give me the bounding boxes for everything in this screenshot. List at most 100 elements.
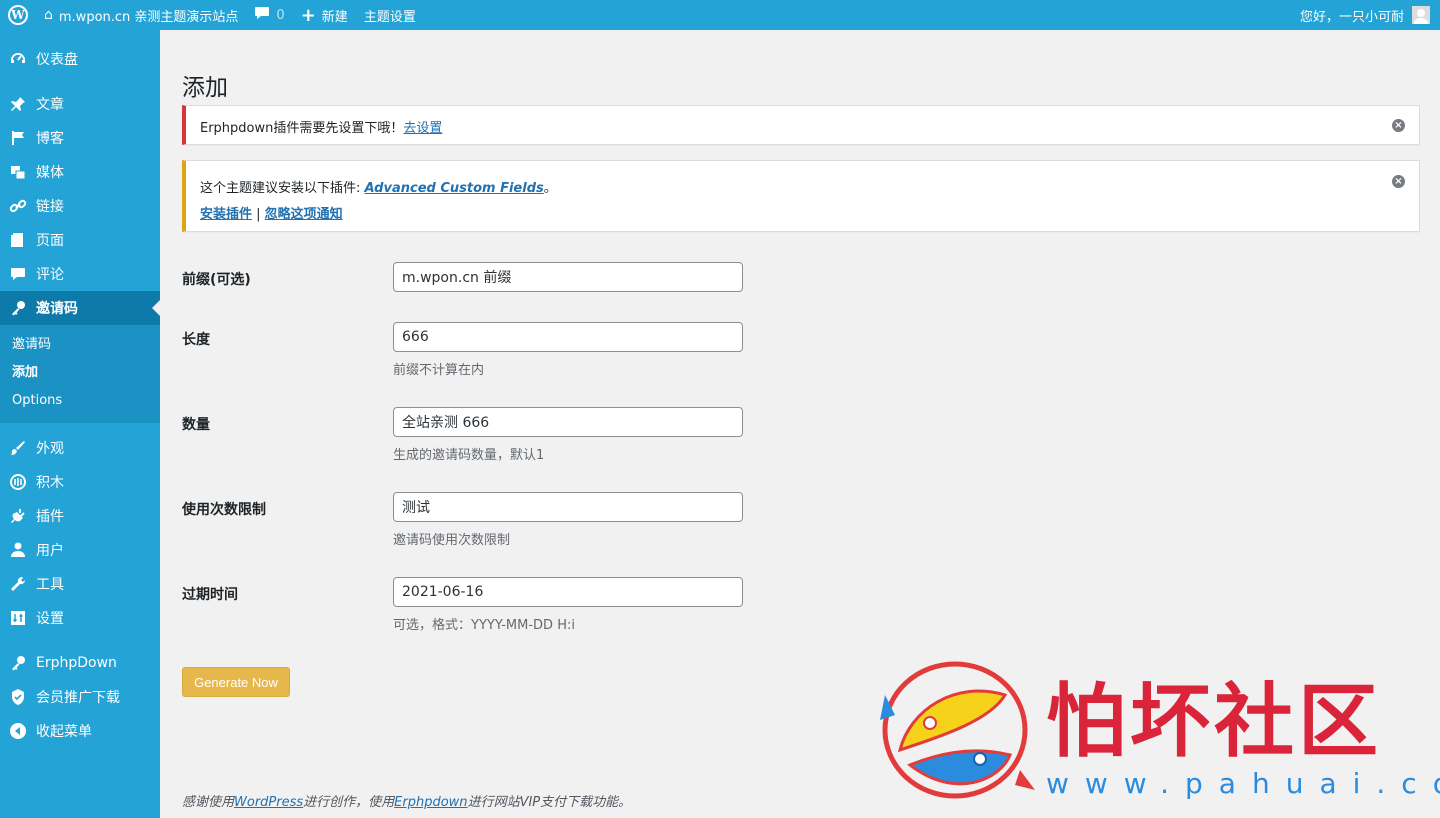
watermark-title: 怕坏社区 — [1046, 674, 1382, 768]
site-name-link[interactable]: ⌂ m.wpon.cn 亲测主题演示站点 — [36, 0, 246, 30]
menu-invite-codes[interactable]: 邀请码 — [0, 291, 160, 325]
menu-pages[interactable]: 页面 — [0, 223, 160, 257]
menu-label: 收起菜单 — [36, 724, 92, 740]
page-icon — [8, 230, 28, 250]
usage-limit-input[interactable] — [393, 492, 743, 522]
quantity-label: 数量 — [182, 417, 210, 433]
menu-users[interactable]: 用户 — [0, 533, 160, 567]
submenu-options[interactable]: Options — [0, 387, 160, 415]
pin-icon — [8, 94, 28, 114]
plugin-icon — [8, 506, 28, 526]
notice-plugin-recommendation: 这个主题建议安装以下插件: Advanced Custom Fields。 安装… — [182, 160, 1420, 232]
expire-time-label: 过期时间 — [182, 587, 238, 603]
settings-icon — [8, 608, 28, 628]
flag-icon — [8, 128, 28, 148]
install-plugins-link[interactable]: 安装插件 — [200, 207, 252, 222]
new-content-link[interactable]: + 新建 — [293, 0, 356, 30]
avatar[interactable] — [1412, 6, 1430, 24]
brush-icon — [8, 438, 28, 458]
acf-plugin-link[interactable]: Advanced Custom Fields — [365, 181, 544, 196]
watermark-url: www.pahuai.com — [1046, 767, 1440, 800]
menu-member-promotion[interactable]: 会员推广下载 — [0, 680, 160, 714]
site-name: m.wpon.cn 亲测主题演示站点 — [58, 9, 239, 25]
menu-posts[interactable]: 文章 — [0, 87, 160, 121]
quantity-input[interactable] — [393, 407, 743, 437]
link-icon — [8, 196, 28, 216]
watermark: 怕坏社区 www.pahuai.com — [870, 655, 1440, 810]
erphpdown-link[interactable]: Erphpdown — [394, 795, 467, 810]
blocks-icon — [8, 472, 28, 492]
dismiss-icon[interactable]: × — [1392, 119, 1405, 132]
menu-comments[interactable]: 评论 — [0, 257, 160, 291]
collapse-icon — [8, 721, 28, 741]
submenu-invite-codes[interactable]: 邀请码 — [0, 331, 160, 359]
key-icon — [8, 653, 28, 673]
user-icon — [8, 540, 28, 560]
greeting: 您好，一只小可耐 — [1299, 9, 1404, 25]
notice-text: 这个主题建议安装以下插件: Advanced Custom Fields。 — [200, 177, 557, 196]
new-label: 新建 — [321, 9, 348, 25]
menu-label: 邀请码 — [36, 301, 78, 317]
dismiss-icon[interactable]: × — [1392, 175, 1405, 188]
menu-label: ErphpDown — [36, 655, 117, 671]
wordpress-logo-icon[interactable]: W — [0, 0, 36, 30]
admin-bar: W ⌂ m.wpon.cn 亲测主题演示站点 0 + 新建 主题设置 您好，一只… — [0, 0, 1440, 30]
generate-now-button[interactable]: Generate Now — [182, 667, 290, 697]
notice-text: Erphpdown插件需要先设置下哦！去设置 — [200, 117, 442, 136]
page-title: 添加 — [182, 75, 228, 101]
home-icon: ⌂ — [44, 7, 53, 23]
notice-settings-link[interactable]: 去设置 — [403, 121, 442, 136]
theme-settings-link[interactable]: 主题设置 — [356, 0, 424, 30]
menu-plugins[interactable]: 插件 — [0, 499, 160, 533]
menu-label: 外观 — [36, 441, 64, 457]
menu-label: 评论 — [36, 267, 64, 283]
wrench-icon — [8, 574, 28, 594]
footer-text: 感谢使用WordPress进行创作，使用Erphpdown进行网站VIP支付下载… — [182, 791, 631, 810]
notice-message: Erphpdown插件需要先设置下哦！ — [200, 121, 404, 136]
menu-appearance[interactable]: 外观 — [0, 431, 160, 465]
media-icon — [8, 162, 28, 182]
menu-label: 仪表盘 — [36, 52, 78, 68]
notice-erphpdown: Erphpdown插件需要先设置下哦！去设置 × — [182, 105, 1420, 145]
comment-icon — [8, 264, 28, 284]
menu-label: 设置 — [36, 611, 64, 627]
expire-time-input[interactable] — [393, 577, 743, 607]
account-menu[interactable]: 您好，一只小可耐 — [1292, 0, 1404, 30]
expire-time-description: 可选，格式：YYYY-MM-DD H:i — [393, 618, 575, 633]
usage-limit-description: 邀请码使用次数限制 — [393, 533, 511, 548]
menu-blog[interactable]: 博客 — [0, 121, 160, 155]
footer-post: 进行网站VIP支付下载功能。 — [467, 795, 632, 810]
prefix-label: 前缀(可选) — [182, 272, 251, 288]
dismiss-notice-link[interactable]: 忽略这项通知 — [265, 207, 343, 222]
menu-blocks[interactable]: 积木 — [0, 465, 160, 499]
submenu-add[interactable]: 添加 — [0, 359, 160, 387]
footer-mid: 进行创作，使用 — [303, 795, 395, 810]
shield-icon — [8, 687, 28, 707]
fish-logo-icon — [880, 661, 1035, 799]
footer-pre: 感谢使用 — [182, 795, 235, 810]
menu-tools[interactable]: 工具 — [0, 567, 160, 601]
menu-label: 会员推广下载 — [36, 690, 120, 706]
menu-label: 工具 — [36, 577, 64, 593]
dashboard-icon — [8, 49, 28, 69]
comments-count: 0 — [276, 7, 285, 23]
wordpress-link[interactable]: WordPress — [234, 795, 303, 810]
menu-label: 媒体 — [36, 165, 64, 181]
menu-label: 链接 — [36, 199, 64, 215]
comments-link[interactable]: 0 — [246, 0, 292, 30]
menu-settings[interactable]: 设置 — [0, 601, 160, 635]
menu-erphpdown[interactable]: ErphpDown — [0, 646, 160, 680]
menu-media[interactable]: 媒体 — [0, 155, 160, 189]
menu-label: 博客 — [36, 131, 64, 147]
menu-dashboard[interactable]: 仪表盘 — [0, 42, 160, 76]
menu-label: 页面 — [36, 233, 64, 249]
length-input[interactable] — [393, 322, 743, 352]
menu-collapse[interactable]: 收起菜单 — [0, 714, 160, 748]
length-label: 长度 — [182, 332, 210, 348]
key-icon — [8, 298, 28, 318]
prefix-input[interactable] — [393, 262, 743, 292]
plus-icon: + — [300, 4, 316, 26]
notice-period: 。 — [543, 181, 557, 196]
menu-links[interactable]: 链接 — [0, 189, 160, 223]
comment-icon — [254, 6, 270, 24]
